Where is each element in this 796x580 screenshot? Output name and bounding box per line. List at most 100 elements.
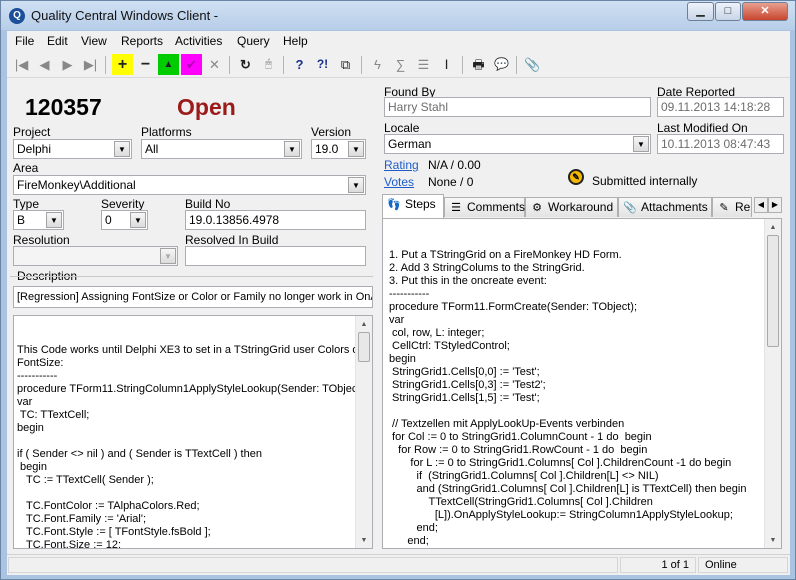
menu-help[interactable]: Help [283,34,308,48]
platforms-select[interactable]: All ▼ [141,139,302,159]
chevron-down-icon[interactable]: ▼ [348,141,364,157]
help-icon[interactable]: ? [289,54,310,75]
notes-memo[interactable]: This Code works until Delphi XE3 to set … [13,315,373,549]
locale-select[interactable]: German ▼ [384,134,651,154]
resolution-label: Resolution [13,233,70,247]
maximize-button[interactable]: □ [715,2,741,21]
notes-scrollbar[interactable]: ▲ ▼ [355,316,372,548]
close-button[interactable]: ✕ [742,2,788,21]
chevron-down-icon[interactable]: ▼ [46,212,62,228]
menu-view[interactable]: View [81,34,107,48]
tab-scroll-right-icon[interactable]: ▶ [768,197,782,213]
scroll-thumb[interactable] [767,235,779,347]
comments-icon: ☰ [451,202,461,214]
minimize-button[interactable]: ▁ [687,2,714,21]
divider [10,276,373,277]
platforms-label: Platforms [141,125,192,139]
platforms-value: All [145,142,159,156]
refresh-icon[interactable]: ↻ [235,54,256,75]
build-label: Build No [185,197,231,211]
notes-text: This Code works until Delphi XE3 to set … [17,344,368,549]
steps-scrollbar[interactable]: ▲ ▼ [764,219,781,548]
resolution-select[interactable]: ▼ [13,246,178,266]
page-indicator: 1 of 1 [620,557,696,573]
resolved-in-build-field[interactable] [185,246,366,266]
project-select[interactable]: Delphi ▼ [13,139,132,159]
chevron-down-icon[interactable]: ▼ [284,141,300,157]
resolution-icon: ✎ [719,202,729,214]
app-logo-icon: Q [9,8,25,24]
chevron-down-icon[interactable]: ▼ [130,212,146,228]
toolbar: |◀ ◀ ▶ ▶| + − ▲ ✔ ✕ ↻ 🖱 ? ?! ⧉ ϟ ∑ ☰ Ⅰ 🖶… [7,52,790,78]
copy-icon[interactable]: ⧉ [335,54,356,75]
found-by-field[interactable]: Harry Stahl [384,97,651,117]
build-field[interactable]: 19.0.13856.4978 [185,210,366,230]
severity-select[interactable]: 0 ▼ [101,210,148,230]
detail-tabs: 👣 Steps ☰ Comments ⚙ Workaround 📎 Attachment… [382,194,782,218]
attach-icon[interactable]: 📎 [522,54,543,75]
rating-link[interactable]: Rating [384,158,419,172]
status-bar: 1 of 1 Online [7,554,790,574]
tab-steps[interactable]: 👣 Steps [382,194,444,218]
submitted-text: Submitted internally [592,174,698,188]
steps-text: 1. Put a TStringGrid on a FireMonkey HD … [389,249,747,547]
app-window: Q Quality Central Windows Client - ▁ □ ✕… [0,0,796,580]
title-bar: Q Quality Central Windows Client - ▁ □ ✕ [1,1,795,30]
list-icon[interactable]: ☰ [413,54,434,75]
cancel-icon[interactable]: ✕ [204,54,225,75]
tab-workaround[interactable]: ⚙ Workaround [525,197,618,217]
type-select[interactable]: B ▼ [13,210,64,230]
tab-resolution[interactable]: ✎ Re [712,197,752,217]
toolbar-separator [283,56,284,74]
text-height-icon[interactable]: Ⅰ [436,54,457,75]
scroll-up-icon[interactable]: ▲ [767,221,779,233]
votes-link[interactable]: Votes [384,175,414,189]
menu-activities[interactable]: Activities [175,34,222,48]
tab-steps-label: Steps [405,197,436,211]
first-record-icon[interactable]: |◀ [11,54,32,75]
sum-icon[interactable]: ∑ [390,54,411,75]
tab-attachments-label: Attachments [641,200,708,214]
scroll-down-icon[interactable]: ▼ [767,534,779,546]
remove-icon[interactable]: − [135,54,156,75]
lightning-icon[interactable]: ϟ [367,54,388,75]
tab-attachments[interactable]: 📎 Attachments [618,197,712,217]
print-icon[interactable]: 🖶 [468,54,489,75]
chevron-down-icon[interactable]: ▼ [348,177,364,193]
chevron-down-icon[interactable]: ▼ [114,141,130,157]
tab-comments[interactable]: ☰ Comments [444,197,525,217]
scroll-down-icon[interactable]: ▼ [358,534,370,546]
last-record-icon[interactable]: ▶| [80,54,101,75]
locale-label: Locale [384,121,420,135]
workaround-icon: ⚙ [532,202,542,214]
date-reported-field[interactable]: 09.11.2013 14:18:28 [657,97,784,117]
tab-workaround-label: Workaround [548,200,614,214]
votes-value: None / 0 [428,175,474,189]
menu-bar: File Edit View Reports Activities Query … [7,31,790,51]
chevron-down-icon[interactable]: ▼ [160,248,176,264]
check-icon[interactable]: ✔ [181,54,202,75]
version-select[interactable]: 19.0 ▼ [311,139,366,159]
prev-record-icon[interactable]: ◀ [34,54,55,75]
next-record-icon[interactable]: ▶ [57,54,78,75]
help-query-icon[interactable]: ?! [312,54,333,75]
post-icon[interactable]: ▲ [158,54,179,75]
tab-scroll-left-icon[interactable]: ◀ [754,197,768,213]
menu-query[interactable]: Query [237,34,270,48]
scroll-up-icon[interactable]: ▲ [358,318,370,330]
chevron-down-icon[interactable]: ▼ [633,136,649,152]
steps-memo[interactable]: 1. Put a TStringGrid on a FireMonkey HD … [382,218,782,549]
scroll-thumb[interactable] [358,332,370,362]
add-icon[interactable]: + [112,54,133,75]
comment-icon[interactable]: 💬 [491,54,512,75]
connection-status: Online [698,557,788,573]
description-field[interactable]: [Regression] Assigning FontSize or Color… [13,286,373,308]
project-label: Project [13,125,51,139]
menu-edit[interactable]: Edit [47,34,68,48]
menu-reports[interactable]: Reports [121,34,163,48]
area-select[interactable]: FireMonkey\Additional ▼ [13,175,366,195]
area-value: FireMonkey\Additional [17,178,136,192]
last-modified-field[interactable]: 10.11.2013 08:47:43 [657,134,784,154]
menu-file[interactable]: File [15,34,34,48]
mouse-icon[interactable]: 🖱 [258,54,279,75]
